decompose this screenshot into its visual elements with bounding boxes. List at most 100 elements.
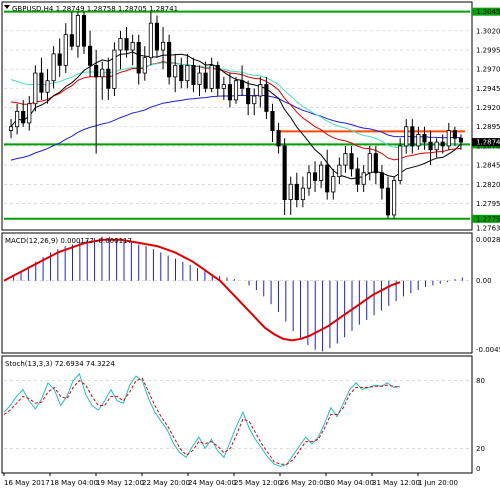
candle-body xyxy=(331,176,336,193)
candle-body xyxy=(227,84,232,101)
candle-body xyxy=(458,137,464,143)
time-tick-label: 19 May 12:00 xyxy=(96,479,144,487)
chart-window: 1.28741 1.304501.302001.299501.297001.29… xyxy=(0,0,500,490)
macd-tick-label: 0.002842 xyxy=(476,236,500,244)
candle-body xyxy=(392,180,397,216)
price-tick-label: 1.30450 xyxy=(476,8,500,16)
candle-body xyxy=(306,172,312,189)
candle-body xyxy=(288,183,293,201)
candle-body xyxy=(57,53,62,66)
stoch-label: Stoch(13,3,3) 72.6934 74.3224 xyxy=(5,360,115,368)
time-tick-label: 16 May 2017 xyxy=(4,479,50,487)
candle-body xyxy=(39,72,44,93)
candle-body xyxy=(45,80,50,93)
candle-body xyxy=(51,53,56,82)
candle-body xyxy=(325,164,330,193)
candle-body xyxy=(246,87,251,105)
candle-body xyxy=(136,41,141,74)
candle-body xyxy=(203,72,208,89)
candle-body xyxy=(416,134,421,147)
candle-body xyxy=(300,187,305,201)
candle-body xyxy=(452,130,457,139)
candle-body xyxy=(81,15,87,47)
stoch-tick-label: 20 xyxy=(476,445,485,453)
candle-body xyxy=(69,34,74,47)
candle-body xyxy=(15,110,20,128)
candle-body xyxy=(167,41,172,78)
time-tick-label: 30 May 04:00 xyxy=(326,479,374,487)
price-tick-label: 1.27950 xyxy=(476,200,500,208)
candle-body xyxy=(173,64,178,78)
time-tick-label: 26 May 20:00 xyxy=(280,479,328,487)
candle-body xyxy=(88,45,93,66)
price-tick-label: 1.28950 xyxy=(476,123,500,131)
price-tick-label: 1.27750 xyxy=(476,215,500,223)
chart-canvas: 1.28741 1.304501.302001.299501.297001.29… xyxy=(0,0,500,490)
candle-body xyxy=(33,72,38,105)
candle-body xyxy=(258,84,263,97)
time-tick-label: 18 May 04:00 xyxy=(50,479,98,487)
symbol-info: GBPUSD,H4 1.28749 1.28758 1.28705 1.2874… xyxy=(12,5,178,13)
candle-body xyxy=(209,64,214,89)
candle-body xyxy=(148,22,153,59)
candle-body xyxy=(398,145,403,181)
price-tick-label: 1.29450 xyxy=(476,85,500,93)
candle-body xyxy=(428,141,433,151)
candle-body xyxy=(106,68,111,89)
price-tick-label: 1.30200 xyxy=(476,27,500,35)
candle-body xyxy=(94,64,99,78)
price-tick-label: 1.27630 xyxy=(476,225,500,233)
candle-body xyxy=(349,153,354,170)
candle-body xyxy=(264,84,269,112)
stoch-tick-label: 80 xyxy=(476,377,485,385)
candle-body xyxy=(422,134,427,143)
time-tick-label: 22 May 20:00 xyxy=(142,479,190,487)
candle-body xyxy=(385,187,391,216)
candle-body xyxy=(367,153,372,174)
price-tick-label: 1.29950 xyxy=(476,47,500,55)
candle-body xyxy=(197,72,202,85)
candle-body xyxy=(373,153,378,174)
candle-body xyxy=(185,64,190,82)
macd-label: MACD(12,26,9) 0.000177 -0.000117 xyxy=(5,237,132,245)
candle-body xyxy=(410,126,415,147)
candle-body xyxy=(361,172,366,185)
candle-body xyxy=(215,64,220,89)
candle-body xyxy=(112,49,117,89)
price-tick-label: 1.29700 xyxy=(476,66,500,74)
candle-body xyxy=(282,145,287,201)
candle-body xyxy=(191,64,196,85)
candle-body xyxy=(142,57,147,74)
candle-body xyxy=(154,22,160,51)
time-tick-label: 25 May 12:00 xyxy=(234,479,282,487)
candle-body xyxy=(8,126,14,131)
candle-body xyxy=(343,153,348,166)
stoch-tick-label: 0 xyxy=(476,465,480,473)
candle-body xyxy=(221,84,226,89)
macd-tick-label: 0.00 xyxy=(476,277,492,285)
candle-body xyxy=(294,183,299,201)
candle-body xyxy=(160,41,166,51)
time-tick-label: 24 May 04:00 xyxy=(188,479,236,487)
candle-body xyxy=(379,172,384,189)
candle-body xyxy=(434,141,439,151)
time-tick-label: 31 May 12:00 xyxy=(372,479,420,487)
candle-body xyxy=(75,15,80,47)
price-tick-label: 1.28450 xyxy=(476,162,500,170)
macd-tick-label: -0.004541 xyxy=(476,346,500,354)
candle-body xyxy=(355,168,360,185)
candle-body xyxy=(124,38,129,51)
candle-body xyxy=(240,80,245,89)
candle-body xyxy=(440,141,445,147)
candle-body xyxy=(100,68,105,78)
candle-body xyxy=(130,41,135,51)
candle-body xyxy=(404,126,409,147)
canvas-bg xyxy=(0,0,500,490)
candle-body xyxy=(319,164,324,181)
candle-body xyxy=(270,110,275,131)
candle-body xyxy=(312,172,318,181)
candle-body xyxy=(27,103,32,124)
candle-body xyxy=(252,95,257,105)
candle-body xyxy=(337,164,342,178)
candle-body xyxy=(446,130,451,147)
